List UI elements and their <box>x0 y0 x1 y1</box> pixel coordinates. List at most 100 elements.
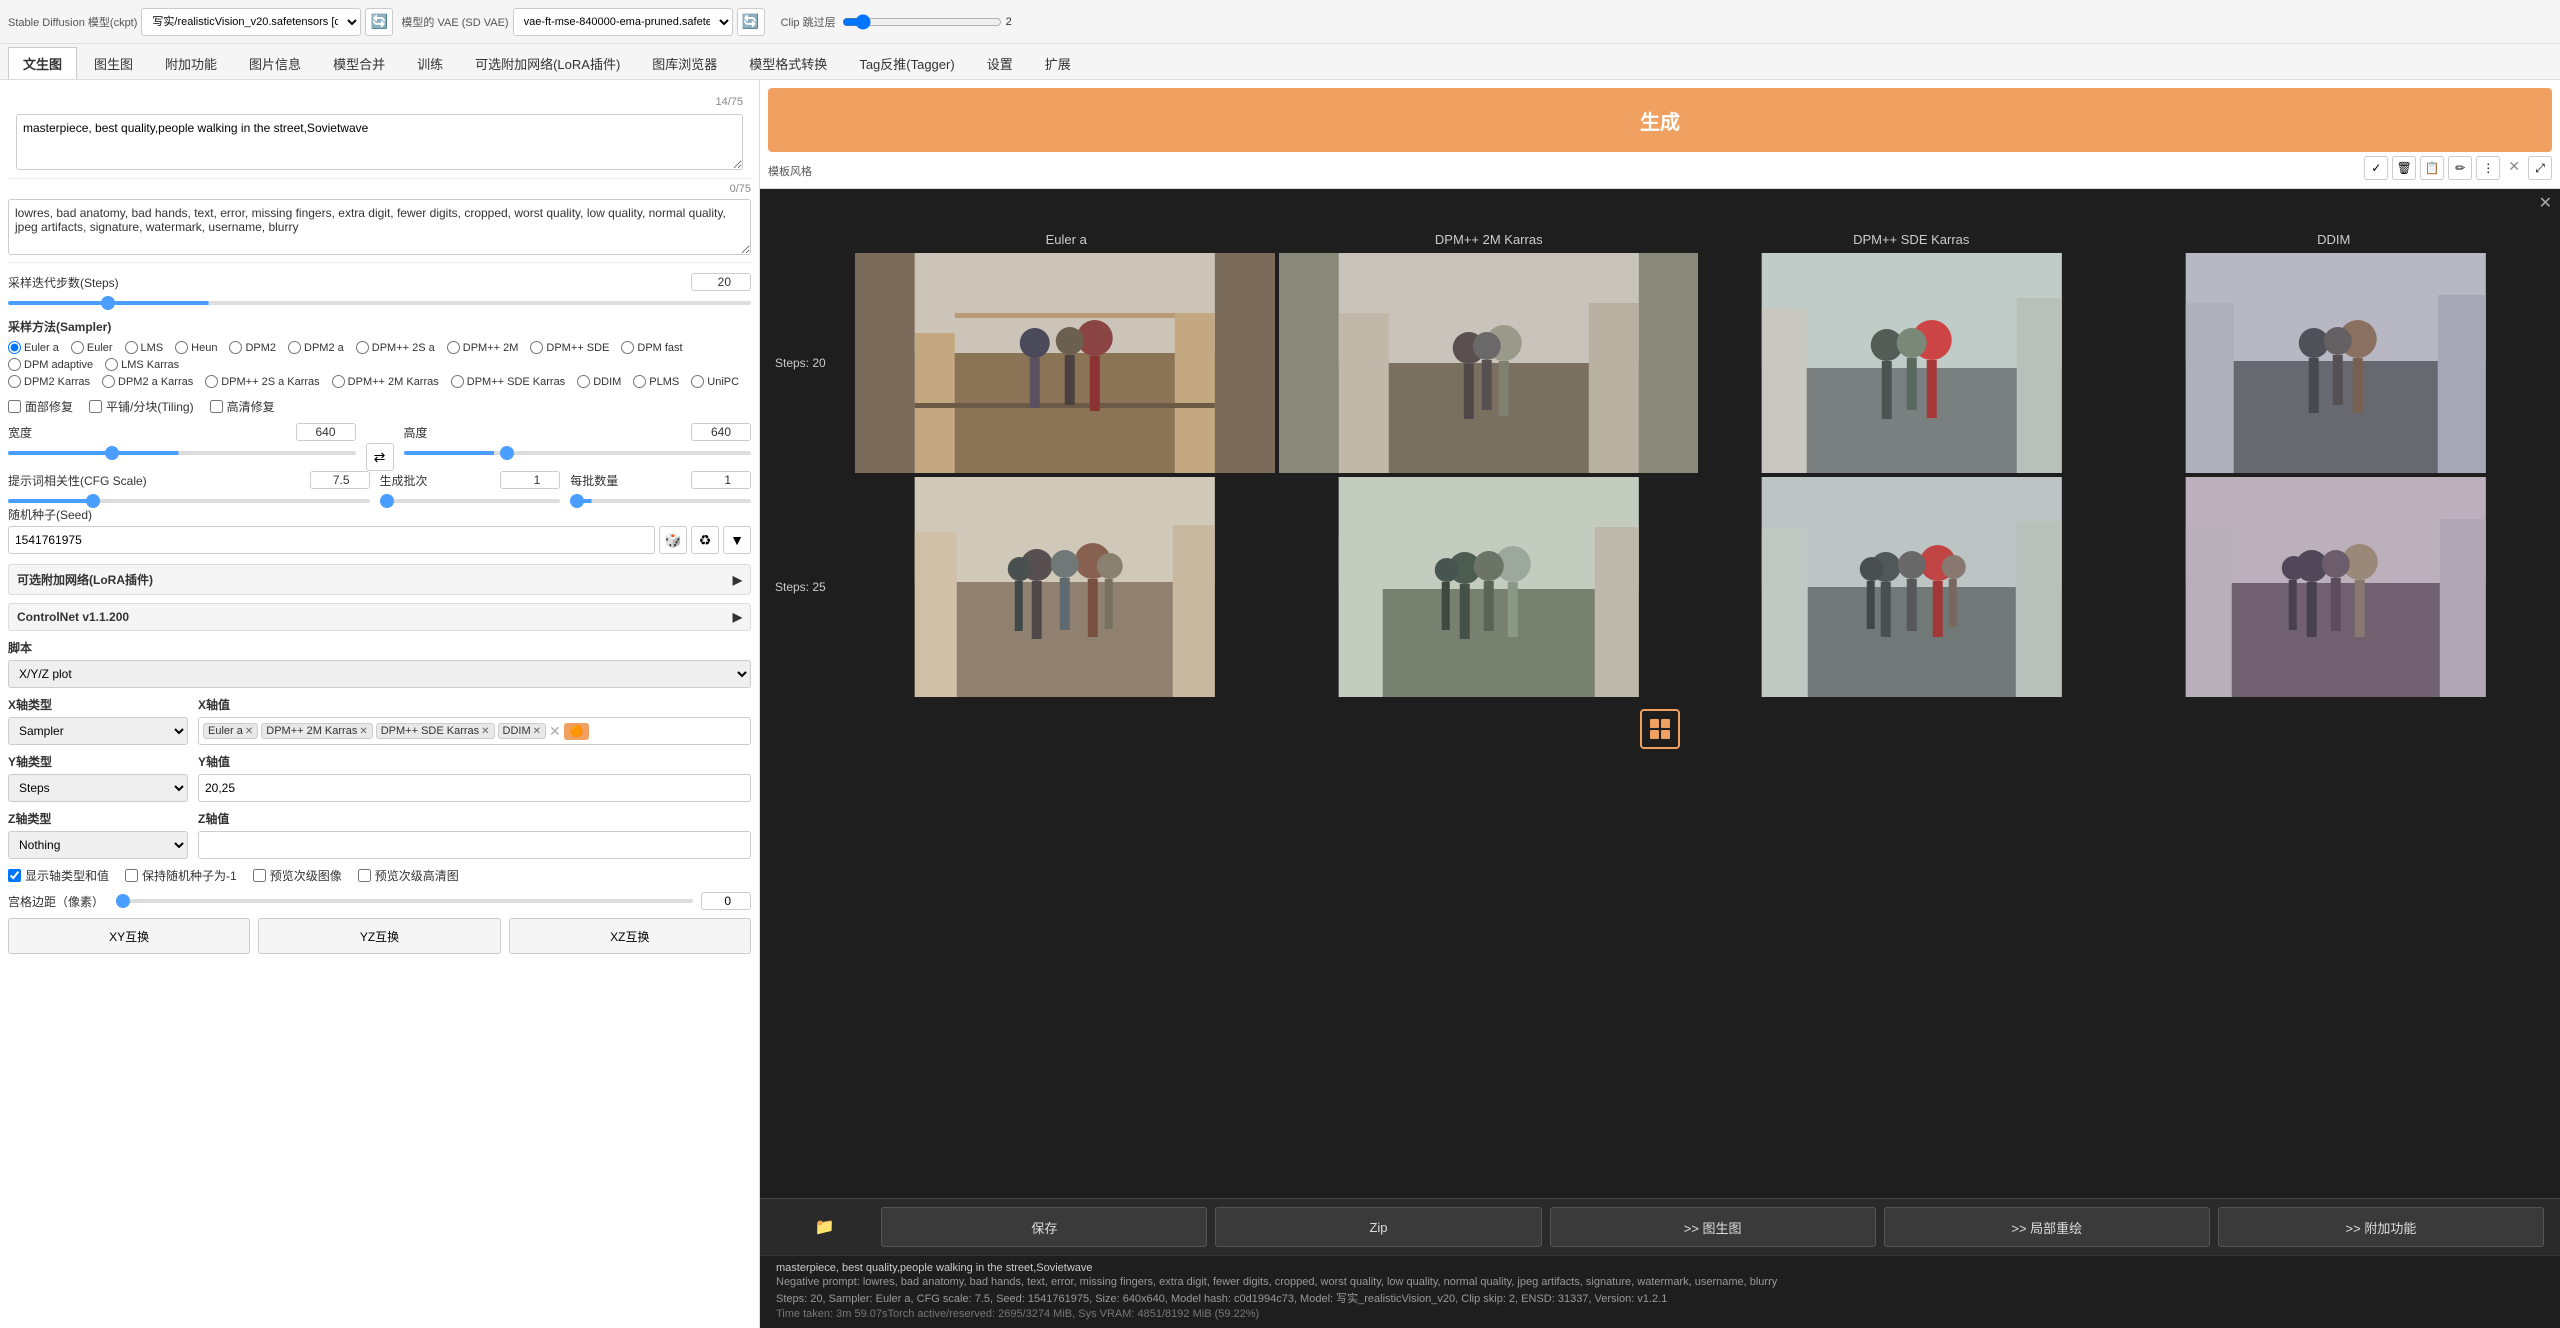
tab-gallery[interactable]: 图库浏览器 <box>637 47 732 79</box>
generate-button[interactable]: 生成 <box>768 88 2552 152</box>
sampler-dpmpp2m[interactable]: DPM++ 2M <box>447 341 519 354</box>
sd-model-refresh-btn[interactable]: 🔄 <box>365 8 393 36</box>
tab-convert[interactable]: 模型格式转换 <box>734 47 842 79</box>
sampler-dpmppsde[interactable]: DPM++ SDE <box>530 341 609 354</box>
sampler-dpm2akarras[interactable]: DPM2 a Karras <box>102 375 193 388</box>
more-btn[interactable]: ⋮ <box>2476 156 2500 180</box>
height-value[interactable] <box>691 423 751 441</box>
sampler-plms[interactable]: PLMS <box>633 375 679 388</box>
tab-train[interactable]: 训练 <box>402 47 458 79</box>
seed-input[interactable] <box>8 526 655 554</box>
xz-swap-btn[interactable]: XZ互换 <box>509 918 751 954</box>
tab-img2img[interactable]: 图生图 <box>79 47 148 79</box>
remove-dpmppsdekarras[interactable]: ✕ <box>481 726 489 737</box>
z-axis-values-input[interactable] <box>198 831 751 859</box>
steps-slider[interactable] <box>8 301 751 305</box>
seed-recycle-btn[interactable]: ♻ <box>691 526 719 554</box>
tab-extensions[interactable]: 扩展 <box>1030 47 1086 79</box>
x-axis-clear-all[interactable]: ✕ <box>549 723 561 740</box>
trash-btn[interactable]: 🗑 <box>2392 156 2416 180</box>
lora-header[interactable]: 可选附加网络(LoRA插件) ▶ <box>8 564 751 595</box>
batch-count-slider[interactable] <box>380 499 561 503</box>
vae-refresh-btn[interactable]: 🔄 <box>737 8 765 36</box>
sampler-dpmpp2mkarras[interactable]: DPM++ 2M Karras <box>332 375 439 388</box>
cfg-slider[interactable] <box>8 499 370 503</box>
xy-swap-btn[interactable]: XY互换 <box>8 918 250 954</box>
hires-fix-check[interactable]: 高清修复 <box>210 398 275 415</box>
prompt-input[interactable]: masterpiece, best quality,people walking… <box>16 114 743 170</box>
sampler-lmskarras[interactable]: LMS Karras <box>105 358 179 371</box>
sampler-dpmfast[interactable]: DPM fast <box>621 341 682 354</box>
sampler-dpmppsdekarras[interactable]: DPM++ SDE Karras <box>451 375 565 388</box>
preview-sub-opt[interactable]: 预览次级图像 <box>253 867 342 884</box>
yz-swap-btn[interactable]: YZ互换 <box>258 918 500 954</box>
width-slider[interactable] <box>8 451 356 455</box>
batch-size-value[interactable] <box>691 471 751 489</box>
clip-slider[interactable] <box>842 14 1002 30</box>
vae-select[interactable]: vae-ft-mse-840000-ema-pruned.safetensors <box>513 8 733 36</box>
seed-extra-btn[interactable]: ▼ <box>723 526 751 554</box>
remove-euler-a[interactable]: ✕ <box>245 726 253 737</box>
tab-tagger[interactable]: Tag反推(Tagger) <box>844 47 969 79</box>
sampler-lms[interactable]: LMS <box>125 341 164 354</box>
sampler-dpm2a[interactable]: DPM2 a <box>288 341 344 354</box>
margin-slider[interactable] <box>116 899 693 903</box>
save-btn[interactable]: 保存 <box>881 1207 1207 1247</box>
remove-dpmpp2mkarras[interactable]: ✕ <box>359 726 367 737</box>
show-axis-types-opt[interactable]: 显示轴类型和值 <box>8 867 109 884</box>
y-axis-values-input[interactable] <box>198 774 751 802</box>
folder-btn[interactable]: 📁 <box>776 1207 873 1247</box>
sampler-dpm2karras[interactable]: DPM2 Karras <box>8 375 90 388</box>
neg-prompt-input[interactable]: lowres, bad anatomy, bad hands, text, er… <box>8 199 751 255</box>
preview-grid-opt[interactable]: 预览次级高清图 <box>358 867 459 884</box>
inpaint-btn[interactable]: >> 局部重绘 <box>1884 1207 2210 1247</box>
copy-btn[interactable]: 📋 <box>2420 156 2444 180</box>
cfg-value[interactable] <box>310 471 370 489</box>
sampler-dpm2[interactable]: DPM2 <box>229 341 276 354</box>
img2img-btn[interactable]: >> 图生图 <box>1550 1207 1876 1247</box>
steps-value[interactable] <box>691 273 751 291</box>
grid-view-btn[interactable] <box>1640 709 1680 749</box>
tab-imginfo[interactable]: 图片信息 <box>234 47 316 79</box>
remove-ddim[interactable]: ✕ <box>533 726 541 737</box>
height-slider[interactable] <box>404 451 752 455</box>
tab-lora[interactable]: 可选附加网络(LoRA插件) <box>460 47 635 79</box>
face-restore-label: 面部修复 <box>25 398 73 415</box>
sd-model-select[interactable]: 写实/realisticVision_v20.safetensors [c0d1… <box>141 8 361 36</box>
tab-extras[interactable]: 附加功能 <box>150 47 232 79</box>
sampler-euler-a[interactable]: Euler a <box>8 341 59 354</box>
zip-btn[interactable]: Zip <box>1215 1207 1541 1247</box>
sampler-dpmpp2s[interactable]: DPM++ 2S a <box>356 341 435 354</box>
sampler-dpmadaptive[interactable]: DPM adaptive <box>8 358 93 371</box>
face-restore-check[interactable]: 面部修复 <box>8 398 73 415</box>
tab-txt2img[interactable]: 文生图 <box>8 47 77 79</box>
controlnet-header[interactable]: ControlNet v1.1.200 ▶ <box>8 603 751 631</box>
edit-btn[interactable]: ✏ <box>2448 156 2472 180</box>
seed-cycle-btn[interactable]: 🎲 <box>659 526 687 554</box>
sampler-euler[interactable]: Euler <box>71 341 113 354</box>
expand-btn[interactable]: ⤢ <box>2528 156 2552 180</box>
tiling-check[interactable]: 平铺/分块(Tiling) <box>89 398 194 415</box>
sampler-heun[interactable]: Heun <box>175 341 217 354</box>
script-select[interactable]: X/Y/Z plot <box>8 660 751 688</box>
y-axis-select[interactable]: Steps <box>8 774 188 802</box>
x-axis-color-btn[interactable]: 🟠 <box>564 723 590 740</box>
x-axis-select[interactable]: Sampler <box>8 717 188 745</box>
z-axis-select[interactable]: Nothing <box>8 831 188 859</box>
tab-merge[interactable]: 模型合并 <box>318 47 400 79</box>
batch-size-slider[interactable] <box>570 499 751 503</box>
extras-btn[interactable]: >> 附加功能 <box>2218 1207 2544 1247</box>
keep-seed-opt[interactable]: 保持随机种子为-1 <box>125 867 237 884</box>
sampler-dpmpp2skarras[interactable]: DPM++ 2S a Karras <box>205 375 319 388</box>
sampler-ddim[interactable]: DDIM <box>577 375 621 388</box>
checkmark-btn[interactable]: ✓ <box>2364 156 2388 180</box>
sampler-unipc[interactable]: UniPC <box>691 375 739 388</box>
margin-value[interactable] <box>701 892 751 910</box>
y-axis-label: Y轴类型 <box>8 753 188 770</box>
tab-settings[interactable]: 设置 <box>972 47 1028 79</box>
batch-count-value[interactable] <box>500 471 560 489</box>
width-value[interactable] <box>296 423 356 441</box>
width-height-swap-btn[interactable]: ⇄ <box>366 443 394 471</box>
checkbox-row: 面部修复 平铺/分块(Tiling) 高清修复 <box>8 398 751 415</box>
results-close-btn[interactable]: ✕ <box>2539 193 2552 213</box>
